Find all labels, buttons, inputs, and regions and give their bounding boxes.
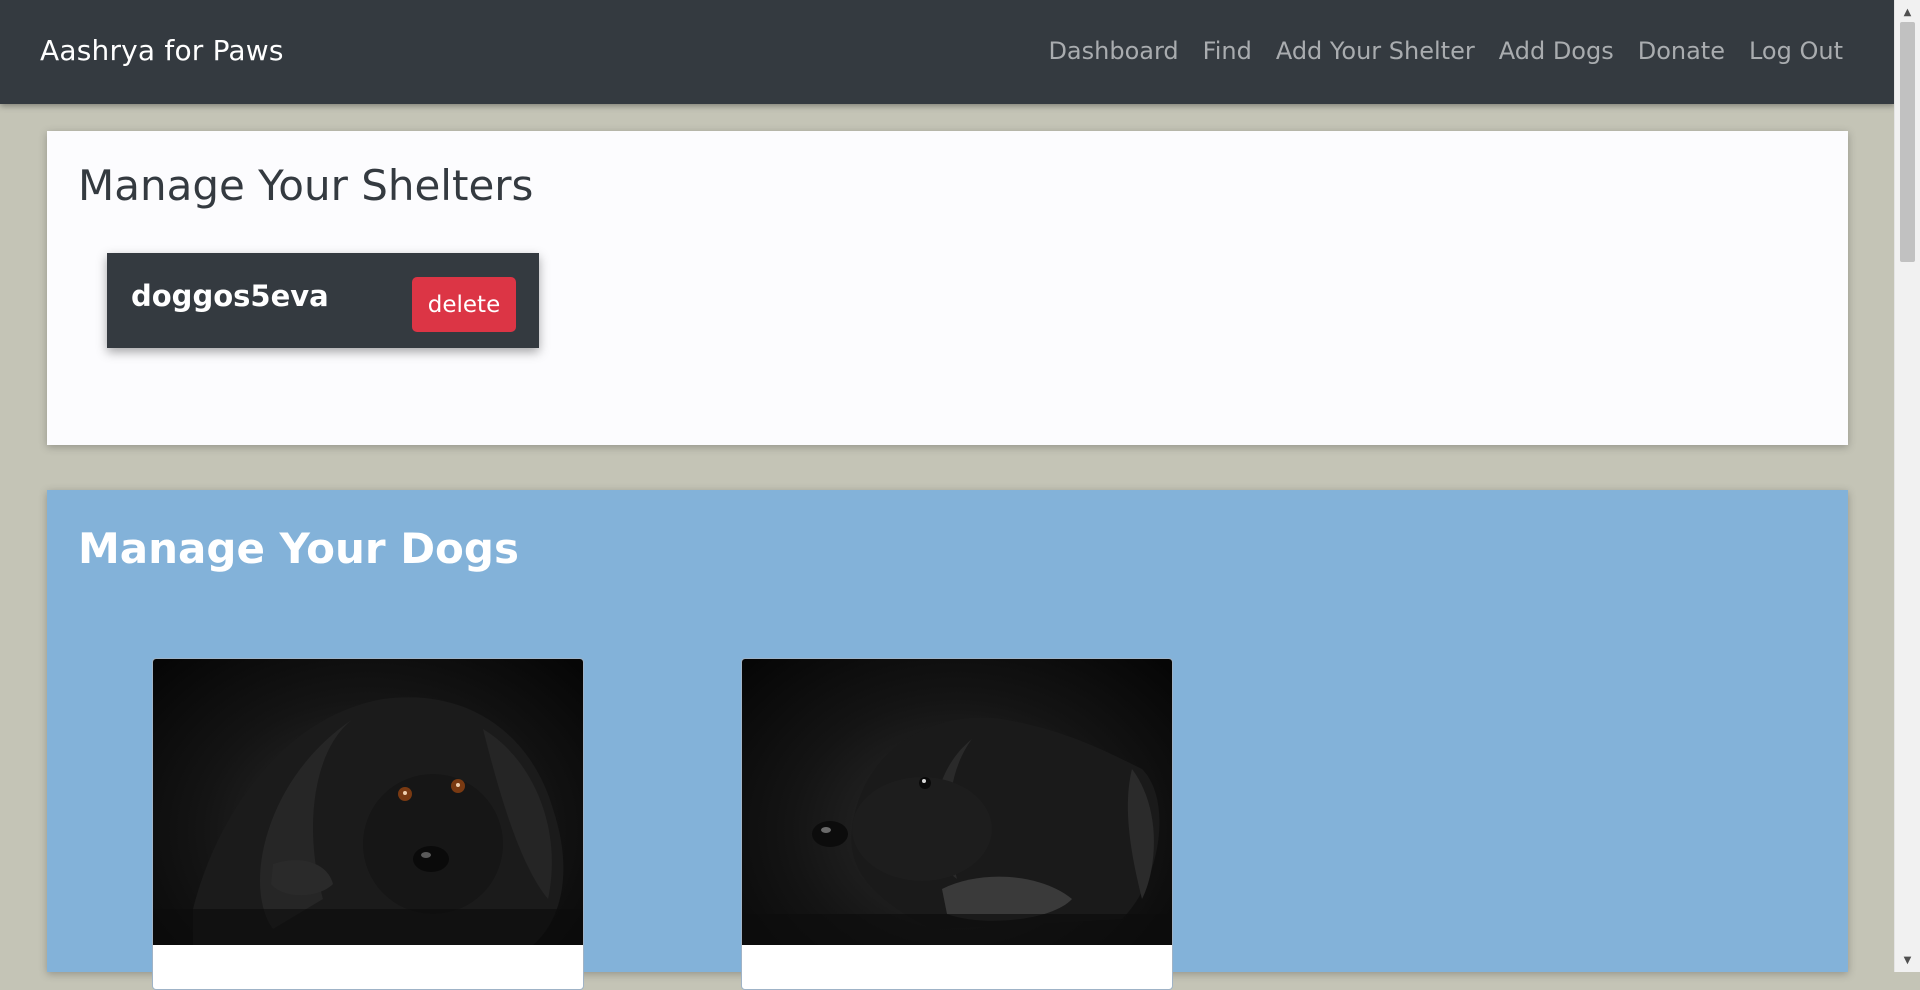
nav-find[interactable]: Find xyxy=(1203,37,1252,65)
scroll-thumb[interactable] xyxy=(1900,22,1915,262)
scroll-up-arrow-icon[interactable]: ▲ xyxy=(1895,4,1920,22)
nav-add-shelter[interactable]: Add Your Shelter xyxy=(1276,37,1475,65)
nav-links: Dashboard Find Add Your Shelter Add Dogs… xyxy=(1048,37,1843,65)
dogs-heading: Manage Your Dogs xyxy=(78,524,519,573)
vertical-scrollbar[interactable]: ▲ ▼ xyxy=(1894,0,1920,972)
manage-shelters-panel: Manage Your Shelters doggos5eva delete xyxy=(47,131,1848,445)
nav-log-out[interactable]: Log Out xyxy=(1749,37,1843,65)
dog-silhouette-image xyxy=(742,717,1172,945)
nav-dashboard[interactable]: Dashboard xyxy=(1048,37,1178,65)
dog-photo xyxy=(742,659,1172,945)
dog-silhouette-image xyxy=(153,697,583,945)
manage-dogs-panel: Manage Your Dogs xyxy=(47,490,1848,990)
nav-donate[interactable]: Donate xyxy=(1638,37,1725,65)
delete-shelter-button[interactable]: delete xyxy=(412,277,516,332)
dog-card[interactable] xyxy=(741,658,1173,990)
shelters-heading: Manage Your Shelters xyxy=(78,161,534,210)
dog-card[interactable] xyxy=(152,658,584,990)
nav-add-dogs[interactable]: Add Dogs xyxy=(1499,37,1614,65)
top-navbar: Aashrya for Paws Dashboard Find Add Your… xyxy=(0,0,1895,104)
dog-photo xyxy=(153,659,583,945)
brand-logo[interactable]: Aashrya for Paws xyxy=(40,34,284,67)
shelter-name: doggos5eva xyxy=(131,279,329,313)
scroll-down-arrow-icon[interactable]: ▼ xyxy=(1895,952,1920,970)
shelter-item: doggos5eva delete xyxy=(107,253,539,348)
